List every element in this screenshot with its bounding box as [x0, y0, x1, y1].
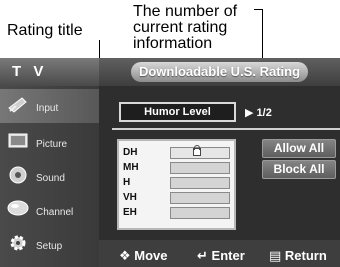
rating-row-vh[interactable]: VH: [119, 191, 234, 205]
sidebar-item-picture[interactable]: Picture: [0, 125, 99, 159]
rating-code: MH: [123, 162, 139, 173]
sidebar-item-label: Input: [36, 103, 59, 114]
page-indicator: ▶ 1/2: [245, 106, 272, 119]
lock-icon: [193, 145, 201, 156]
footer-enter-label: Enter: [211, 248, 245, 263]
sidebar: Input Picture Sound Channel Setup: [0, 86, 99, 267]
tv-label-bar: T V: [0, 58, 99, 86]
return-icon: ▤: [269, 248, 282, 263]
footer-return: ▤ Return: [269, 248, 327, 264]
enter-icon: ↵: [197, 248, 208, 263]
sound-icon: [6, 164, 30, 191]
annotation-rating-title: Rating title: [7, 22, 83, 39]
footer-move: ❖ Move: [119, 248, 168, 264]
rating-cell[interactable]: [170, 207, 230, 219]
annotation-line-2: current rating: [133, 19, 228, 36]
sidebar-item-sound[interactable]: Sound: [0, 159, 99, 193]
sidebar-item-channel[interactable]: Channel: [0, 193, 99, 227]
tv-menu-screen: T V Downloadable U.S. Rating Input Pictu…: [0, 58, 340, 267]
annotation-line-3: information: [133, 35, 213, 52]
picture-icon: [6, 130, 30, 157]
block-all-button[interactable]: Block All: [262, 160, 336, 179]
page-indicator-value: 1/2: [256, 107, 272, 119]
input-icon: [6, 94, 30, 121]
rating-row-h[interactable]: H: [119, 176, 234, 190]
rating-row-mh[interactable]: MH: [119, 161, 234, 175]
setup-icon: [6, 232, 30, 259]
rating-title-field[interactable]: Humor Level: [119, 102, 236, 122]
tv-label: T V: [12, 63, 48, 80]
rating-row-dh[interactable]: DH: [119, 145, 234, 160]
rating-row-eh[interactable]: EH: [119, 206, 234, 220]
annotation-leader-info-h: [254, 9, 262, 10]
rating-code: H: [123, 177, 131, 188]
footer-bar: ❖ Move ↵ Enter ▤ Return: [99, 240, 340, 267]
channel-icon: [6, 198, 30, 225]
sidebar-item-label: Sound: [36, 173, 65, 184]
footer-enter: ↵ Enter: [197, 248, 245, 264]
sidebar-item-label: Channel: [36, 207, 74, 218]
rating-cell[interactable]: [170, 145, 230, 159]
sidebar-item-setup[interactable]: Setup: [0, 227, 99, 261]
footer-move-label: Move: [134, 248, 168, 263]
rating-code: VH: [123, 192, 137, 203]
rating-code: DH: [123, 147, 138, 158]
rating-cell[interactable]: [170, 162, 230, 174]
footer-return-label: Return: [284, 248, 327, 263]
arrow-right-icon: ▶: [245, 107, 254, 119]
rating-code: EH: [123, 207, 137, 218]
allow-all-button[interactable]: Allow All: [262, 139, 336, 158]
rating-cell[interactable]: [170, 177, 230, 189]
annotation-current-rating-info: The number of current rating information: [133, 4, 237, 52]
menu-title: Downloadable U.S. Rating: [131, 62, 308, 82]
move-icon: ❖: [119, 248, 131, 263]
annotation-line-1: The number of: [133, 3, 238, 20]
rating-grid: DH MH H VH EH: [117, 139, 236, 230]
sidebar-item-input[interactable]: Input: [0, 89, 99, 123]
rating-cell[interactable]: [170, 192, 230, 204]
sidebar-item-label: Picture: [36, 139, 68, 150]
divider: [112, 128, 340, 130]
sidebar-item-label: Setup: [36, 241, 63, 252]
